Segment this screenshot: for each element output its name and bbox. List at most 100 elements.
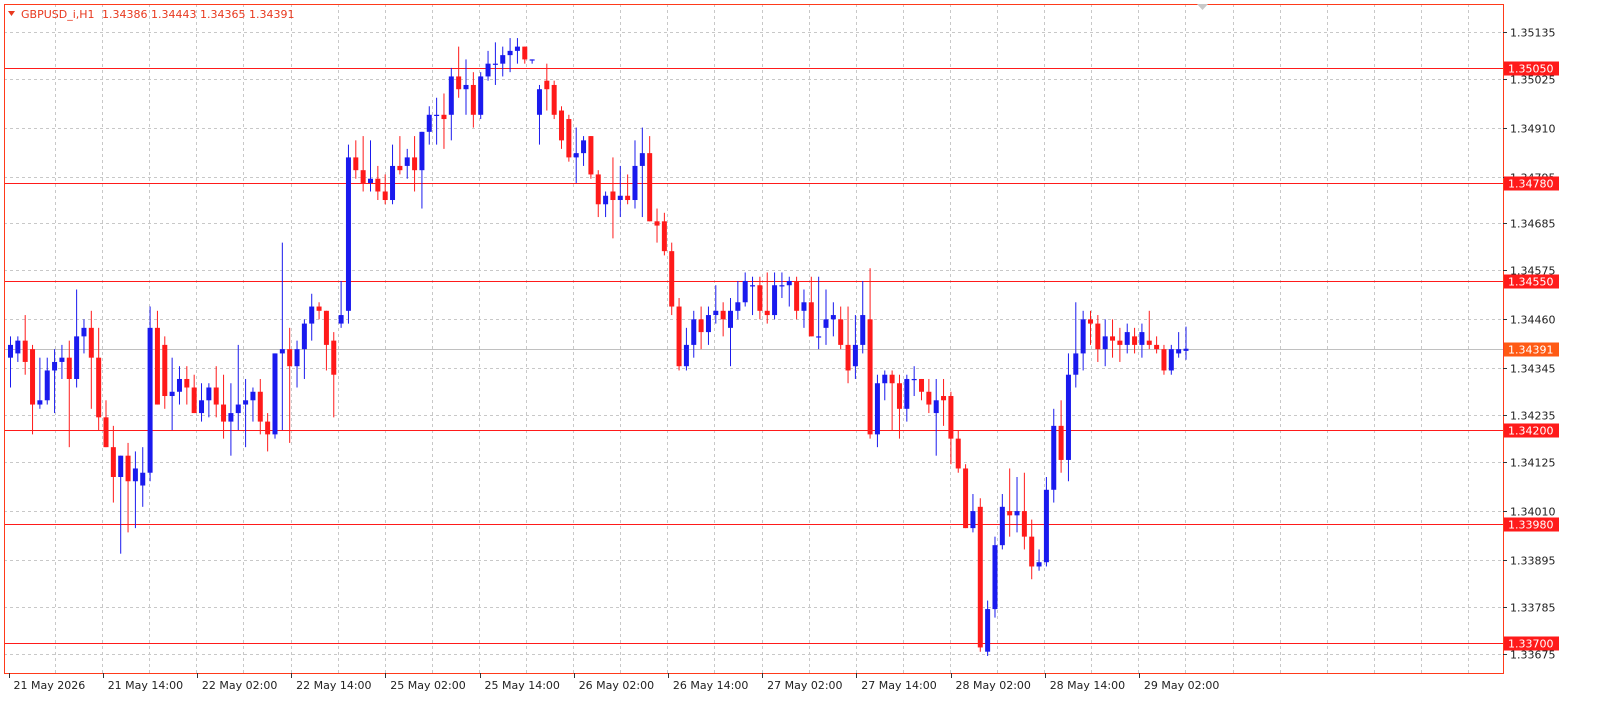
level-label: 1.34780 bbox=[1508, 178, 1554, 191]
time-tick-label: 29 May 02:00 bbox=[1144, 679, 1219, 692]
candle bbox=[522, 46, 528, 64]
candle-body bbox=[904, 378, 910, 409]
candle bbox=[448, 67, 454, 141]
candle-body bbox=[44, 370, 50, 401]
candle bbox=[353, 140, 359, 179]
triangle-down-icon[interactable] bbox=[8, 11, 15, 16]
candle-body bbox=[74, 336, 80, 379]
candle-body bbox=[551, 84, 557, 115]
candle bbox=[566, 114, 572, 162]
candle-body bbox=[735, 302, 741, 311]
level-label: 1.34550 bbox=[1508, 276, 1554, 289]
candle-body bbox=[632, 165, 638, 201]
candle-body bbox=[316, 306, 322, 311]
candle bbox=[1080, 310, 1086, 371]
time-axis[interactable]: 21 May 2026 21 May 14:00 22 May 02:00 22 Ma… bbox=[9, 673, 1220, 692]
candle-body bbox=[823, 319, 829, 328]
candle-body bbox=[1014, 511, 1020, 516]
candle bbox=[1139, 323, 1145, 358]
candle bbox=[110, 425, 116, 503]
candle-body bbox=[948, 396, 954, 439]
candle-body bbox=[1065, 374, 1071, 460]
candle bbox=[926, 378, 932, 414]
candle bbox=[191, 374, 197, 414]
candle-body bbox=[794, 280, 800, 311]
price-tick-label: 1.33785 bbox=[1510, 602, 1556, 615]
candle bbox=[536, 84, 542, 145]
candle bbox=[463, 59, 469, 115]
candle-body bbox=[397, 165, 403, 171]
candle-body bbox=[390, 165, 396, 201]
candle bbox=[213, 366, 219, 418]
candle-body bbox=[404, 157, 410, 166]
candle-body bbox=[448, 76, 454, 115]
candle bbox=[1051, 408, 1057, 503]
candle-body bbox=[727, 310, 733, 328]
candle bbox=[456, 46, 462, 98]
time-tick-label: 22 May 02:00 bbox=[202, 679, 277, 692]
candle bbox=[22, 315, 28, 375]
candle bbox=[81, 319, 87, 354]
candle-body bbox=[647, 153, 653, 222]
candle-body bbox=[250, 391, 256, 401]
candle-body bbox=[1095, 323, 1101, 350]
candle-body bbox=[8, 344, 13, 358]
candle bbox=[551, 80, 557, 120]
candle-body bbox=[816, 336, 822, 338]
candle-body bbox=[852, 344, 858, 367]
time-tick-label: 25 May 14:00 bbox=[485, 679, 560, 692]
time-tick-label: 26 May 14:00 bbox=[673, 679, 748, 692]
candle-body bbox=[522, 46, 528, 60]
candle-body bbox=[360, 170, 366, 183]
candle-body bbox=[162, 344, 168, 397]
candle bbox=[860, 280, 866, 354]
shift-marker-icon[interactable] bbox=[1197, 4, 1208, 10]
time-tick-label: 28 May 14:00 bbox=[1050, 679, 1125, 692]
candle-body bbox=[610, 191, 616, 201]
candle-body bbox=[1007, 511, 1013, 516]
candle bbox=[573, 127, 579, 183]
level-label: 1.33700 bbox=[1508, 638, 1554, 651]
candle-body bbox=[573, 153, 579, 158]
candle bbox=[331, 332, 337, 418]
candle bbox=[140, 447, 146, 507]
candle-body bbox=[529, 59, 535, 61]
candle bbox=[1110, 319, 1116, 358]
candle-body bbox=[669, 251, 675, 307]
candle bbox=[896, 374, 902, 439]
candle-body bbox=[507, 50, 513, 56]
candle-body bbox=[1087, 319, 1093, 324]
candle-body bbox=[118, 455, 124, 477]
candle bbox=[426, 106, 432, 145]
time-tick-label: 28 May 02:00 bbox=[956, 679, 1031, 692]
candle-body bbox=[801, 302, 807, 311]
candle-body bbox=[896, 383, 902, 409]
candle bbox=[1102, 319, 1108, 367]
candle-body bbox=[257, 391, 263, 422]
candle bbox=[125, 442, 131, 533]
candle bbox=[118, 455, 124, 554]
candle bbox=[882, 370, 888, 401]
candle bbox=[705, 306, 711, 345]
candle-body bbox=[492, 63, 498, 65]
price-chart[interactable]: 1.351351.350251.349101.347951.346851.345… bbox=[0, 0, 1601, 713]
candle-body bbox=[1168, 349, 1174, 371]
candle bbox=[955, 430, 961, 473]
candle-body bbox=[147, 327, 153, 473]
price-tick-label: 1.34235 bbox=[1510, 410, 1556, 423]
candle bbox=[1029, 519, 1035, 580]
candle bbox=[669, 242, 675, 316]
candle bbox=[404, 148, 410, 179]
candle bbox=[1073, 302, 1079, 388]
candle bbox=[250, 387, 256, 422]
candle bbox=[323, 310, 329, 371]
candle bbox=[867, 268, 873, 439]
candles bbox=[8, 38, 1189, 656]
price-tick-label: 1.34345 bbox=[1510, 363, 1556, 376]
candle-body bbox=[500, 55, 506, 64]
horizontal-levels[interactable] bbox=[4, 68, 1505, 644]
candle bbox=[676, 298, 682, 371]
candle-body bbox=[1029, 536, 1035, 567]
candle-body bbox=[221, 404, 227, 422]
candle-body bbox=[992, 545, 998, 610]
